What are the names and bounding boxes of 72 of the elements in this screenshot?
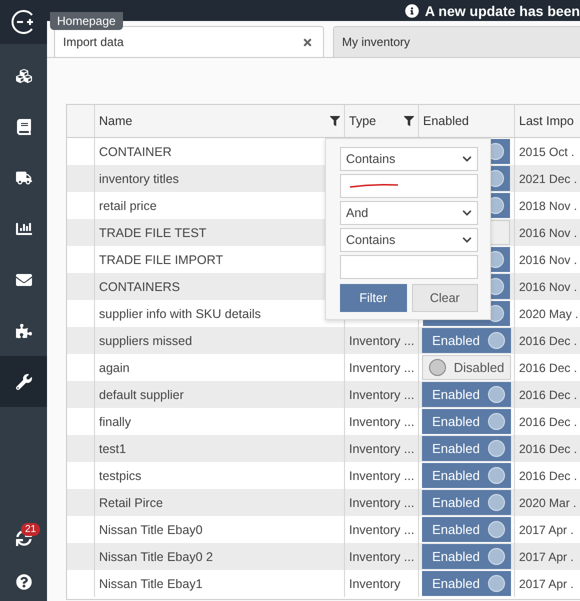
table-cell: Inventory ...	[349, 360, 414, 374]
table-cell: 2016 Dec .	[519, 388, 578, 402]
table-cell: 2020 Mar .	[519, 496, 576, 510]
logic-select[interactable]: And	[340, 201, 478, 225]
table-cell: 2016 Nov .	[519, 226, 578, 240]
table-cell: Inventory ...	[349, 334, 414, 348]
table-cell: 2016 Dec .	[519, 442, 578, 456]
tab[interactable]: Import data	[54, 26, 324, 57]
filter-value-field[interactable]	[340, 255, 478, 279]
table-cell: 2017 Apr .	[519, 550, 574, 564]
table-cell: Inventory ...	[349, 414, 414, 428]
column-header[interactable]: Name	[99, 114, 132, 128]
clear-button[interactable]: Clear	[412, 284, 478, 312]
tooltip: Homepage	[50, 12, 123, 30]
redaction-mark	[349, 183, 399, 189]
table-cell: 2016 Dec .	[519, 360, 578, 374]
puzzle-icon	[16, 322, 32, 338]
filter-icon[interactable]	[330, 116, 340, 126]
enabled-toggle[interactable]: Enabled	[422, 463, 511, 488]
table-cell: 2015 Oct .	[519, 144, 574, 158]
enabled-toggle[interactable]: Enabled	[422, 517, 511, 542]
table-cell: 2016 Dec .	[519, 334, 578, 348]
help-icon[interactable]	[16, 574, 32, 590]
table-cell: Inventory ...	[349, 496, 414, 510]
table-cell: Nissan Title Ebay1	[94, 570, 344, 597]
table-cell: 2017 Apr .	[519, 576, 574, 590]
table-cell: 2020 May .	[519, 306, 578, 320]
enabled-toggle[interactable]: Disabled	[422, 355, 512, 380]
table-cell: 2017 Apr .	[519, 522, 574, 536]
update-notice: A new update has been	[424, 2, 580, 18]
enabled-toggle[interactable]: Enabled	[422, 382, 511, 407]
column-header[interactable]: Type	[349, 114, 376, 128]
envelope-icon	[16, 272, 32, 288]
enabled-toggle[interactable]: Enabled	[422, 409, 511, 434]
operator-select[interactable]: Contains	[340, 147, 478, 171]
sync-button[interactable]: 21	[0, 513, 47, 563]
enabled-toggle[interactable]: Enabled	[422, 436, 511, 461]
table-cell: 2016 Dec .	[519, 414, 578, 428]
table-cell: 2016 Dec .	[519, 468, 578, 482]
table-cell: 2018 Nov .	[519, 198, 578, 212]
info-icon	[404, 4, 419, 18]
table-cell: Inventory	[349, 576, 400, 590]
enabled-toggle[interactable]: Enabled	[422, 571, 511, 596]
table-cell: Inventory ...	[349, 468, 414, 482]
book-icon	[16, 118, 32, 134]
enabled-toggle[interactable]: Enabled	[422, 490, 511, 515]
chevron-icon	[462, 208, 472, 218]
tab[interactable]: My inventory	[333, 26, 580, 57]
bar-chart-icon	[16, 220, 32, 236]
table-cell: Inventory ...	[349, 442, 414, 456]
enabled-toggle[interactable]: Enabled	[422, 544, 511, 569]
wrench-icon	[16, 374, 32, 390]
table-cell: 2021 Dec .	[519, 172, 578, 186]
notification-badge: 21	[21, 523, 40, 536]
truck-icon	[16, 170, 32, 186]
chevron-icon	[462, 235, 472, 245]
filter-value-field[interactable]	[340, 174, 478, 198]
operator-select[interactable]: Contains	[340, 228, 478, 252]
table-cell: 2016 Nov .	[519, 280, 578, 294]
filter-icon[interactable]	[404, 116, 414, 126]
table-cell: Inventory ...	[349, 388, 414, 402]
close-icon[interactable]	[302, 36, 313, 48]
filter-button[interactable]: Filter	[340, 284, 406, 312]
table-cell: Inventory ...	[349, 522, 414, 536]
cubes-icon	[16, 68, 32, 84]
sidebar-item[interactable]	[0, 356, 47, 407]
chevron-icon	[462, 154, 472, 164]
table-cell: 2016 Nov .	[519, 252, 578, 266]
enabled-toggle[interactable]: Enabled	[422, 328, 511, 353]
table-cell: Inventory ...	[349, 550, 414, 564]
column-header[interactable]: Enabled	[423, 114, 469, 128]
column-header[interactable]: Last Impo	[519, 114, 574, 128]
